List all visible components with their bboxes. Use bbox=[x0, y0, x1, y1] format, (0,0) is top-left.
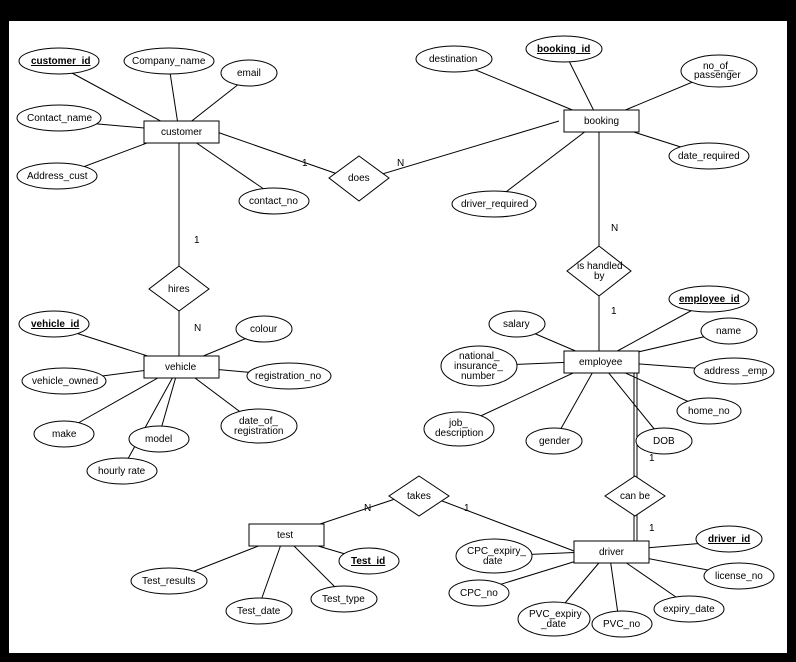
entity-test-label: test bbox=[277, 530, 293, 541]
card-takes-n: N bbox=[364, 503, 371, 514]
top-bar bbox=[0, 0, 796, 20]
rel-does-label: does bbox=[348, 173, 370, 184]
card-does-1: 1 bbox=[302, 158, 308, 169]
attr-company-name-label: Company_name bbox=[132, 56, 206, 67]
attr-contact-name-label: Contact_name bbox=[27, 113, 92, 124]
attr-test-results-label: Test_results bbox=[142, 576, 195, 587]
attr-driver-required-label: driver_required bbox=[461, 199, 528, 210]
attr-gender-label: gender bbox=[539, 436, 571, 447]
attr-registration-no-label: registration_no bbox=[255, 371, 322, 382]
card-does-n: N bbox=[397, 158, 404, 169]
attr-national-insurance-label3: number bbox=[461, 371, 496, 382]
rel-hires-label: hires bbox=[168, 284, 190, 295]
entity-booking-label: booking bbox=[584, 116, 619, 127]
attr-model-label: model bbox=[145, 434, 172, 445]
card-hires-n: N bbox=[194, 323, 201, 334]
attr-dob-label: DOB bbox=[653, 436, 675, 447]
card-takes-1: 1 bbox=[464, 503, 470, 514]
attr-home-no-label: home_no bbox=[688, 406, 730, 417]
attr-salary-label: salary bbox=[503, 319, 530, 330]
attr-cpc-no-label: CPC_no bbox=[460, 588, 498, 599]
er-diagram-svg: customer booking vehicle employee test d… bbox=[9, 21, 787, 653]
attr-test-type-label: Test_type bbox=[322, 594, 365, 605]
attr-hourly-rate-label: hourly rate bbox=[98, 466, 146, 477]
attr-job-description-label2: description bbox=[435, 428, 483, 439]
attr-name-label: name bbox=[716, 326, 741, 337]
entity-employee-label: employee bbox=[579, 357, 623, 368]
card-hires-1: 1 bbox=[194, 235, 200, 246]
attr-date-required-label: date_required bbox=[678, 151, 740, 162]
card-canbe-1a: 1 bbox=[649, 453, 655, 464]
attr-date-of-registration-label2: registration bbox=[234, 426, 283, 437]
attr-test-id-label: Test_id bbox=[351, 556, 385, 567]
card-ishandled-n: N bbox=[611, 223, 618, 234]
rel-canbe-label: can be bbox=[620, 491, 650, 502]
attr-colour-label: colour bbox=[250, 324, 278, 335]
attr-address-cust-label: Address_cust bbox=[27, 171, 88, 182]
card-ishandled-1: 1 bbox=[611, 306, 617, 317]
attr-vehicle-owned-label: vehicle_owned bbox=[32, 376, 98, 387]
entity-vehicle-label: vehicle bbox=[165, 362, 197, 373]
attr-cpc-expiry-date-label2: date bbox=[483, 556, 503, 567]
attr-driver-id-label: driver_id bbox=[708, 534, 750, 545]
attr-make-label: make bbox=[52, 429, 77, 440]
attr-vehicle-id-label: vehicle_id bbox=[31, 319, 79, 330]
entity-customer-label: customer bbox=[161, 127, 203, 138]
rel-takes-label: takes bbox=[407, 491, 431, 502]
card-canbe-1b: 1 bbox=[649, 523, 655, 534]
attr-expiry-date-label: expiry_date bbox=[663, 604, 715, 615]
attr-license-no-label: license_no bbox=[715, 571, 763, 582]
attr-customer-id-label: customer_id bbox=[31, 56, 90, 67]
rel-ishandled-label2: by bbox=[594, 271, 605, 282]
attr-employee-id-label: employee_id bbox=[679, 294, 740, 305]
attr-destination-label: destination bbox=[429, 54, 477, 65]
attr-test-date-label: Test_date bbox=[237, 606, 281, 617]
entity-driver-label: driver bbox=[599, 547, 625, 558]
attr-pvc-no-label: PVC_no bbox=[603, 619, 641, 630]
er-diagram-canvas: customer booking vehicle employee test d… bbox=[8, 20, 788, 654]
attr-pvc-expiry-date-label2: _date bbox=[540, 619, 566, 630]
attr-booking-id-label: booking_id bbox=[537, 44, 590, 55]
attr-contact-no-label: contact_no bbox=[249, 196, 298, 207]
attr-no-of-passenger-label2: passenger bbox=[694, 70, 741, 81]
attr-email-label: email bbox=[237, 68, 261, 79]
attr-address-emp-label: address _emp bbox=[704, 366, 768, 377]
page-root: customer booking vehicle employee test d… bbox=[0, 0, 796, 662]
